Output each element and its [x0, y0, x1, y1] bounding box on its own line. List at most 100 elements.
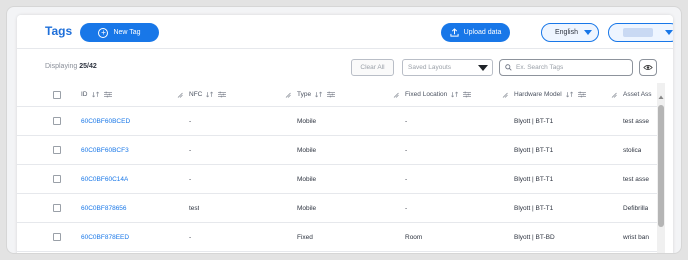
row-checkbox-cell — [53, 107, 61, 135]
cell-type: Fixed — [297, 233, 313, 241]
column-resize-handle[interactable] — [177, 83, 183, 106]
column-resize-icon[interactable] — [611, 92, 617, 98]
row-checkbox-cell — [53, 165, 61, 193]
column-visibility-button[interactable] — [639, 59, 657, 76]
column-header-type[interactable]: Type — [297, 83, 336, 106]
clear-all-button[interactable]: Clear All — [351, 59, 394, 76]
column-resize-icon[interactable] — [177, 92, 183, 98]
cell-asset: test asse — [623, 117, 650, 125]
column-header-asset[interactable]: Asset Ass — [623, 83, 652, 106]
cell-asset: Defibrilla — [623, 204, 649, 212]
table-row[interactable]: 60C0BF878EED - Fixed Room Blyott | BT-BD wris… — [17, 223, 657, 252]
cell-type: Mobile — [297, 117, 317, 125]
filter-icon[interactable] — [577, 91, 586, 98]
sort-icon[interactable] — [206, 91, 214, 98]
cell-location: Room — [405, 233, 423, 241]
cell-location: - — [405, 117, 408, 125]
column-resize-handle[interactable] — [285, 83, 291, 106]
scroll-up-arrow-icon[interactable] — [658, 94, 664, 100]
tag-id-link[interactable]: 60C0BF60BCF3 — [81, 136, 129, 164]
user-menu[interactable] — [608, 23, 673, 42]
chevron-down-icon — [665, 30, 673, 35]
sort-icon[interactable] — [91, 91, 100, 98]
table-row[interactable]: 60C0BF60BCF3 - Mobile - Blyott | BT-T1 stolic… — [17, 136, 657, 165]
new-tag-button[interactable]: + New Tag — [80, 23, 159, 42]
sort-icon[interactable] — [315, 91, 323, 98]
row-checkbox[interactable] — [53, 175, 61, 183]
displaying-value: 25/42 — [79, 63, 97, 70]
table-row[interactable]: 60C0BF60BCED - Mobile - Blyott | BT-T1 test a… — [17, 107, 657, 136]
tags-table: ID NFC Type Fixed Location Hardware Model Ass… — [17, 83, 657, 252]
column-header-fixed-location[interactable]: Fixed Location — [405, 83, 472, 106]
cell-asset: wrist ban — [623, 233, 650, 241]
language-value: English — [555, 29, 578, 36]
tag-id-link[interactable]: 60C0BF60BCED — [81, 107, 130, 135]
chevron-down-icon — [584, 30, 592, 35]
cell-model: Blyott | BT-T1 — [514, 204, 554, 212]
cell-nfc: test — [189, 204, 200, 212]
column-header-label: Asset Ass — [623, 91, 652, 98]
page-title: Tags — [45, 24, 73, 38]
saved-layouts-select[interactable]: Saved Layouts — [402, 59, 493, 76]
search-icon — [505, 64, 512, 71]
column-resize-handle[interactable] — [502, 83, 508, 106]
table-row[interactable]: 60C0BF878656 test Mobile - Blyott | BT-T1 Def… — [17, 194, 657, 223]
column-header-hardware-model[interactable]: Hardware Model — [514, 83, 586, 106]
filter-icon[interactable] — [218, 91, 227, 98]
column-header-label: NFC — [189, 91, 203, 98]
upload-data-button[interactable]: Upload data — [441, 23, 510, 42]
select-all-checkbox[interactable] — [53, 90, 61, 99]
column-header-nfc[interactable]: NFC — [189, 83, 227, 106]
cell-nfc: - — [189, 117, 192, 125]
app-frame: Tags + New Tag Upload data English Displ… — [6, 6, 682, 254]
column-resize-icon[interactable] — [393, 92, 399, 98]
table-header-row: ID NFC Type Fixed Location Hardware Model Ass… — [17, 83, 657, 107]
search-input[interactable]: Ex. Search Tags — [499, 59, 633, 76]
displaying-label: Displaying — [45, 63, 78, 70]
column-resize-icon[interactable] — [285, 92, 291, 98]
tag-id-link[interactable]: 60C0BF878EED — [81, 223, 129, 251]
cell-location: - — [405, 146, 408, 154]
cell-type: Mobile — [297, 204, 317, 212]
cell-location: - — [405, 175, 408, 183]
scrollbar-thumb[interactable] — [658, 105, 664, 227]
row-checkbox[interactable] — [53, 233, 61, 241]
row-checkbox-cell — [53, 223, 61, 251]
tag-id-link[interactable]: 60C0BF60C14A — [81, 165, 128, 193]
cell-model: Blyott | BT-BD — [514, 233, 555, 241]
upload-icon — [450, 28, 459, 37]
cell-type: Mobile — [297, 175, 317, 183]
cell-model: Blyott | BT-T1 — [514, 146, 554, 154]
displaying-count: Displaying 25/42 — [45, 63, 97, 70]
avatar — [623, 28, 653, 37]
cell-asset: stolica — [623, 146, 642, 154]
caret-down-icon — [478, 65, 488, 71]
row-checkbox[interactable] — [53, 117, 61, 125]
sort-icon[interactable] — [451, 91, 459, 98]
sort-icon[interactable] — [565, 91, 574, 98]
filter-icon[interactable] — [463, 91, 472, 98]
search-placeholder: Ex. Search Tags — [516, 64, 564, 71]
row-checkbox-cell — [53, 136, 61, 164]
new-tag-label: New Tag — [113, 29, 141, 36]
upload-data-label: Upload data — [463, 29, 502, 36]
tag-id-link[interactable]: 60C0BF878656 — [81, 194, 127, 222]
cell-nfc: - — [189, 233, 192, 241]
cell-type: Mobile — [297, 146, 317, 154]
row-checkbox-cell — [53, 194, 61, 222]
column-header-label: Type — [297, 91, 312, 98]
cell-nfc: - — [189, 175, 192, 183]
column-header-label: Hardware Model — [514, 91, 562, 98]
filter-icon[interactable] — [103, 91, 112, 98]
cell-nfc: - — [189, 146, 192, 154]
column-header-id[interactable]: ID — [81, 83, 112, 106]
column-resize-handle[interactable] — [611, 83, 617, 106]
row-checkbox[interactable] — [53, 146, 61, 154]
language-select[interactable]: English — [541, 23, 599, 42]
filter-icon[interactable] — [327, 91, 336, 98]
table-row[interactable]: 60C0BF60C14A - Mobile - Blyott | BT-T1 test a… — [17, 165, 657, 194]
table-body: 60C0BF60BCED - Mobile - Blyott | BT-T1 test a… — [17, 107, 657, 252]
column-resize-icon[interactable] — [502, 92, 508, 98]
row-checkbox[interactable] — [53, 204, 61, 212]
column-resize-handle[interactable] — [393, 83, 399, 106]
